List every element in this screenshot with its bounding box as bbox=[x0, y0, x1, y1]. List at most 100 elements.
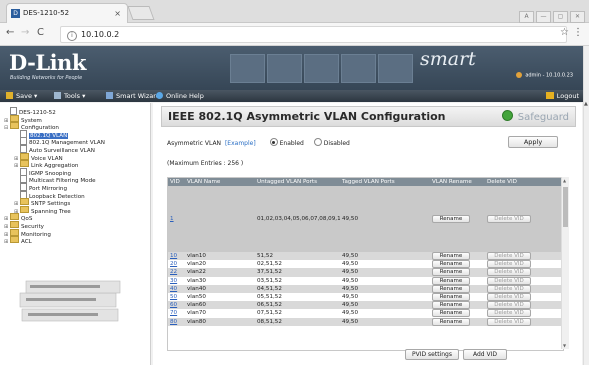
table-scroll-up-icon[interactable]: ▲ bbox=[563, 178, 566, 183]
tagged-ports-cell: 49,50 bbox=[342, 253, 359, 260]
sidebar-item[interactable]: Multicast Filtering Mode bbox=[4, 175, 105, 184]
rename-cell: Rename bbox=[430, 260, 485, 269]
sidebar-item[interactable]: ⊞ Spanning Tree bbox=[4, 205, 105, 215]
tools-menu[interactable]: Tools ▾ bbox=[54, 90, 85, 102]
delete-vid-button[interactable]: Delete VID bbox=[487, 284, 531, 293]
vid-link[interactable]: 1 bbox=[170, 216, 174, 222]
tab-close-icon[interactable]: × bbox=[114, 4, 121, 23]
rename-button[interactable]: Rename bbox=[432, 301, 470, 310]
rename-button[interactable]: Rename bbox=[432, 276, 470, 285]
delete-vid-button[interactable]: Delete VID bbox=[487, 215, 531, 223]
back-arrow-icon[interactable]: ← bbox=[6, 27, 14, 38]
rename-button[interactable]: Rename bbox=[432, 317, 470, 326]
sidebar-item[interactable]: Auto Surveillance VLAN bbox=[4, 144, 105, 154]
table-scroll-down-icon[interactable]: ▼ bbox=[563, 343, 566, 348]
maximize-button[interactable]: ▢ bbox=[553, 11, 568, 23]
delete-vid-button[interactable]: Delete VID bbox=[487, 252, 531, 261]
rename-button[interactable]: Rename bbox=[432, 260, 470, 269]
new-tab-button[interactable] bbox=[127, 6, 155, 20]
sidebar-item[interactable]: ⊟ Configuration bbox=[4, 122, 105, 131]
table-row: 40 vlan40 04,51,52 49,50 Rename Delete VID bbox=[168, 284, 563, 293]
scroll-up-icon[interactable]: ▲ bbox=[584, 101, 588, 107]
rename-button[interactable]: Rename bbox=[432, 215, 470, 223]
vid-link[interactable]: 50 bbox=[170, 294, 177, 300]
vid-link[interactable]: 60 bbox=[170, 302, 177, 308]
profile-button[interactable]: A bbox=[519, 11, 534, 23]
delete-vid-cell: Delete VID bbox=[485, 276, 563, 285]
online-help-button[interactable]: Online Help bbox=[156, 90, 204, 102]
sidebar-item[interactable]: ⊞ ACL bbox=[4, 236, 105, 245]
enabled-radio-group[interactable]: Enabled bbox=[269, 138, 304, 147]
delete-vid-button[interactable]: Delete VID bbox=[487, 301, 531, 310]
rename-button[interactable]: Rename bbox=[432, 309, 470, 318]
add-vid-button[interactable]: Add VID bbox=[463, 349, 507, 360]
rename-button[interactable]: Rename bbox=[432, 268, 470, 277]
vid-cell: 20 bbox=[168, 260, 185, 269]
browser-menu-icon[interactable]: ⋮ bbox=[573, 27, 583, 38]
forward-arrow-icon[interactable]: → bbox=[21, 27, 29, 38]
delete-vid-button[interactable]: Delete VID bbox=[487, 309, 531, 318]
site-info-icon[interactable]: i bbox=[67, 31, 77, 41]
vid-link[interactable]: 40 bbox=[170, 286, 177, 292]
sidebar-item[interactable]: IGMP Snooping bbox=[4, 167, 105, 177]
rename-cell: Rename bbox=[430, 186, 485, 252]
pvid-settings-button[interactable]: PVID settings bbox=[405, 349, 459, 360]
save-menu[interactable]: Save ▾ bbox=[6, 90, 37, 102]
sidebar-item[interactable]: Loopback Detection bbox=[4, 190, 105, 200]
delete-vid-button[interactable]: Delete VID bbox=[487, 317, 531, 326]
table-scrollbar[interactable]: ▲ ▼ bbox=[561, 177, 569, 349]
vid-link[interactable]: 70 bbox=[170, 310, 177, 316]
vlan-name-cell: vlan60 bbox=[187, 302, 206, 309]
vid-link[interactable]: 22 bbox=[170, 269, 177, 275]
delete-vid-button[interactable]: Delete VID bbox=[487, 260, 531, 269]
disabled-radio[interactable] bbox=[313, 138, 322, 146]
smart-wizard-button[interactable]: Smart Wizard bbox=[106, 90, 160, 102]
page-scrollbar[interactable]: ▲ bbox=[583, 46, 589, 365]
tagged-ports-cell: 49,50 bbox=[340, 317, 430, 326]
vlan-name-cell: vlan80 bbox=[187, 318, 206, 325]
sidebar-item[interactable]: ⊞ Monitoring bbox=[4, 228, 105, 238]
tagged-ports-cell: 49,50 bbox=[340, 186, 430, 252]
delete-vid-cell: Delete VID bbox=[485, 268, 563, 277]
safeguard-indicator[interactable]: Safeguard bbox=[501, 110, 569, 123]
reload-icon[interactable]: C bbox=[37, 27, 44, 38]
bookmark-star-icon[interactable]: ☆ bbox=[560, 27, 569, 38]
close-window-button[interactable]: ✕ bbox=[570, 11, 585, 23]
sidebar-item[interactable]: ⊞ SNTP Settings bbox=[4, 198, 105, 207]
rename-button[interactable]: Rename bbox=[432, 252, 470, 261]
table-scroll-thumb[interactable] bbox=[563, 187, 568, 227]
delete-vid-cell: Delete VID bbox=[485, 317, 563, 326]
table-row: 20 vlan20 02,51,52 49,50 Rename Delete VID bbox=[168, 260, 563, 269]
tagged-ports-cell: 49,50 bbox=[342, 318, 359, 325]
minimize-button[interactable]: — bbox=[536, 11, 551, 23]
untagged-ports-cell: 37,51,52 bbox=[257, 269, 282, 276]
folder-icon bbox=[10, 114, 19, 122]
disabled-radio-group[interactable]: Disabled bbox=[313, 138, 350, 147]
apply-button[interactable]: Apply bbox=[508, 136, 558, 148]
rename-cell: Rename bbox=[430, 276, 485, 285]
sidebar-item[interactable]: ⊞ Link Aggregation bbox=[4, 160, 105, 169]
vid-link[interactable]: 20 bbox=[170, 261, 177, 267]
rename-button[interactable]: Rename bbox=[432, 293, 470, 302]
vlan-table: VID VLAN Name Untagged VLAN Ports Tagged… bbox=[167, 177, 564, 351]
tools-label: Tools bbox=[64, 92, 81, 100]
example-link[interactable]: [Example] bbox=[225, 140, 256, 147]
delete-vid-button[interactable]: Delete VID bbox=[487, 276, 531, 285]
sidebar-item[interactable]: 802.1Q Management VLAN bbox=[4, 137, 105, 146]
sidebar-tree: DES-1210-52 ⊞ System ⊟ Configuration 802.1Q V… bbox=[0, 103, 151, 365]
rename-button[interactable]: Rename bbox=[432, 284, 470, 293]
logout-button[interactable]: Logout bbox=[545, 91, 579, 101]
vid-link[interactable]: 80 bbox=[170, 319, 177, 325]
delete-vid-cell: Delete VID bbox=[485, 301, 563, 310]
browser-tab[interactable]: D DES-1210-52 × bbox=[6, 3, 128, 23]
enabled-radio[interactable] bbox=[269, 138, 278, 146]
sidebar-item[interactable]: 802.1Q VLAN bbox=[4, 129, 105, 139]
url-field[interactable]: i 10.10.0.2 bbox=[60, 26, 567, 43]
vid-link[interactable]: 30 bbox=[170, 278, 177, 284]
sidebar-item[interactable]: DES-1210-52 bbox=[4, 107, 105, 116]
delete-vid-button[interactable]: Delete VID bbox=[487, 268, 531, 277]
vid-cell: 10 bbox=[168, 252, 185, 261]
delete-vid-button[interactable]: Delete VID bbox=[487, 293, 531, 302]
vid-link[interactable]: 10 bbox=[170, 253, 177, 259]
sidebar-item[interactable]: ⊞ Security bbox=[4, 220, 105, 230]
